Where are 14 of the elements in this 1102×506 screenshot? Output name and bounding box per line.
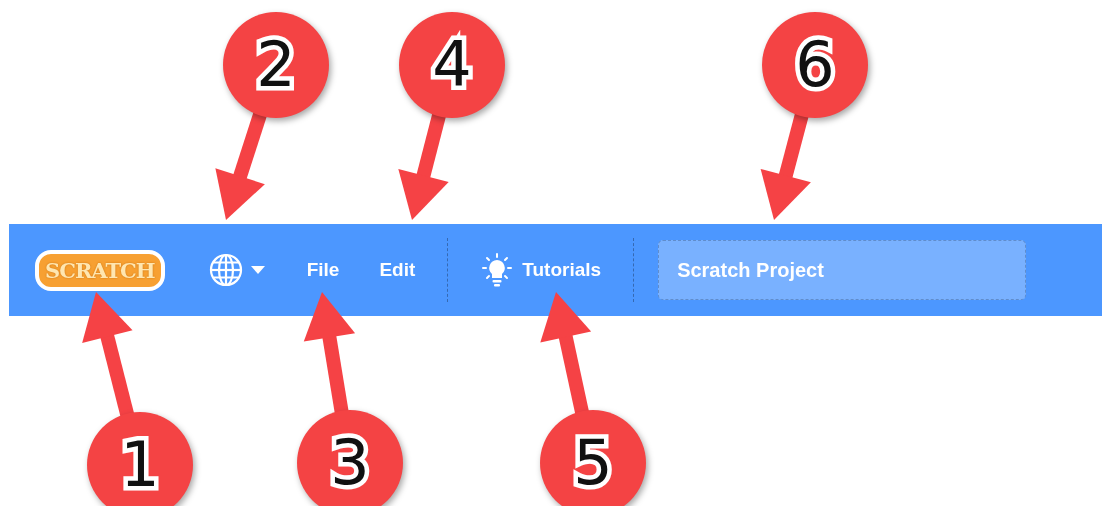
number-badge: 6 [762,12,868,118]
globe-icon [208,253,243,287]
tutorials-button[interactable]: Tutorials [460,253,622,287]
caret-icon [250,266,265,274]
number-badge: 5 [540,410,646,506]
menu-item[interactable]: Edit [359,259,436,281]
number-badge: 3 [297,410,403,506]
menu-item[interactable]: File [286,259,360,281]
number-badge: 2 [223,12,329,118]
number-badge: 1 [87,412,193,506]
lightbulb-icon [480,253,515,287]
project-title-field[interactable]: Scratch Project [658,240,1027,300]
number-badge: 4 [399,12,505,118]
scratch-logo[interactable]: SCRATCH [35,249,165,291]
